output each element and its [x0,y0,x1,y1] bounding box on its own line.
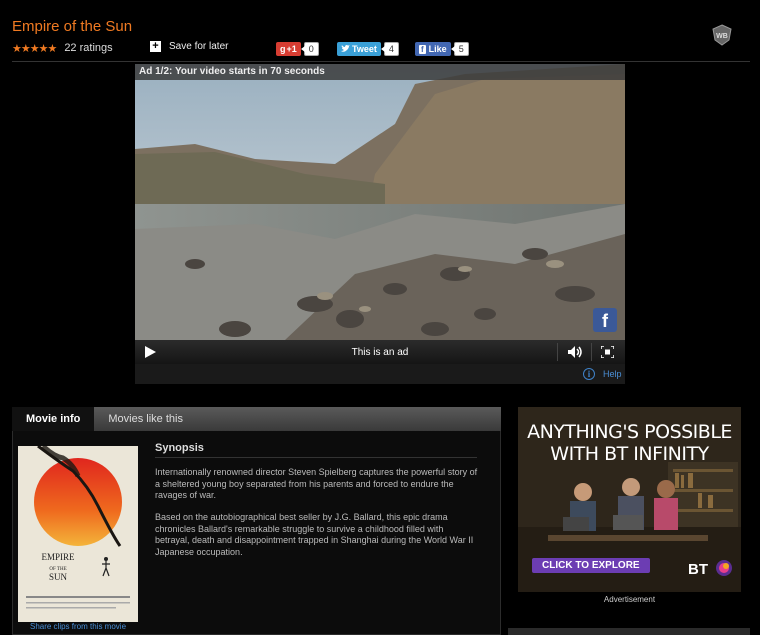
help-link[interactable]: Help [603,369,622,379]
ad-status-text: This is an ad [351,346,409,358]
like-label: Like [428,44,447,54]
tab-movie-info[interactable]: Movie info [12,407,95,431]
twitter-bird-icon [341,45,350,52]
bt-logo-text: BT [688,561,708,578]
movie-tabs: Movie info Movies like this [12,407,501,431]
player-help-row: i Help [135,364,625,384]
bt-logo-icon: BT [688,560,732,578]
svg-text:EMPIRE: EMPIRE [41,552,75,562]
ratings-count: 22 ratings [64,42,113,54]
synopsis-paragraph-2: Based on the autobiographical best selle… [155,512,474,557]
tweet-label: Tweet [352,44,377,54]
synopsis-divider [155,457,477,458]
advertisement-banner[interactable]: ANYTHING'S POSSIBLE WITH BT INFINITY CLI… [518,407,741,592]
facebook-like-button[interactable]: f Like [415,42,451,56]
movie-title: Empire of the Sun [12,18,133,35]
gplus-count: 0 [300,42,319,56]
play-icon[interactable] [145,346,156,358]
click-to-explore-button[interactable]: CLICK TO EXPLORE [532,558,650,573]
tweet-button[interactable]: Tweet [337,42,381,56]
player-controls: This is an ad [135,340,625,364]
control-separator [591,343,592,361]
facebook-like-widget[interactable]: f Like 5 [415,42,469,56]
plus-icon: + [150,41,161,52]
volume-icon[interactable] [567,345,583,359]
save-for-later-label: Save for later [169,41,229,52]
ad-headline: ANYTHING'S POSSIBLE WITH BT INFINITY [518,421,741,465]
like-count: 5 [450,42,469,56]
share-clips-link[interactable]: Share clips from this movie [18,622,138,631]
fullscreen-icon[interactable] [601,346,614,358]
ad-countdown-banner: Ad 1/2: Your video starts in 70 seconds [135,64,625,80]
gplus-button[interactable]: g +1 [276,42,301,56]
svg-text:WB: WB [716,33,728,40]
star-rating[interactable]: ★★★★★ [12,42,57,55]
info-icon[interactable]: i [583,368,595,380]
tab-movies-like-this[interactable]: Movies like this [94,407,197,431]
facebook-share-icon[interactable]: f [593,308,617,332]
ad-headline-line-1: ANYTHING'S POSSIBLE [527,421,732,443]
sidebar-panel-edge [508,628,750,635]
svg-text:SUN: SUN [49,572,68,582]
advertisement-label: Advertisement [603,595,656,604]
video-scene [135,64,625,340]
gplus-widget[interactable]: g +1 0 [276,42,319,56]
rating-row: ★★★★★ 22 ratings [12,40,113,56]
tweet-count: 4 [380,42,399,56]
control-separator [557,343,558,361]
video-frame[interactable] [135,64,625,340]
facebook-f-icon: f [419,44,426,54]
synopsis-paragraph-1: Internationally renowned director Steven… [155,467,478,500]
ad-headline-line-2: WITH BT INFINITY [550,443,709,465]
poster-art: EMPIRE OF THE SUN [18,446,138,622]
movie-poster[interactable]: EMPIRE OF THE SUN [18,446,138,622]
synopsis-heading: Synopsis [155,442,204,454]
video-player[interactable]: Ad 1/2: Your video starts in 70 seconds … [135,64,625,384]
wb-logo-icon: WB [712,24,732,46]
save-for-later-button[interactable]: + Save for later [150,41,228,52]
header-divider [12,61,750,62]
tweet-widget[interactable]: Tweet 4 [337,42,399,56]
gplus-label: +1 [286,44,297,54]
